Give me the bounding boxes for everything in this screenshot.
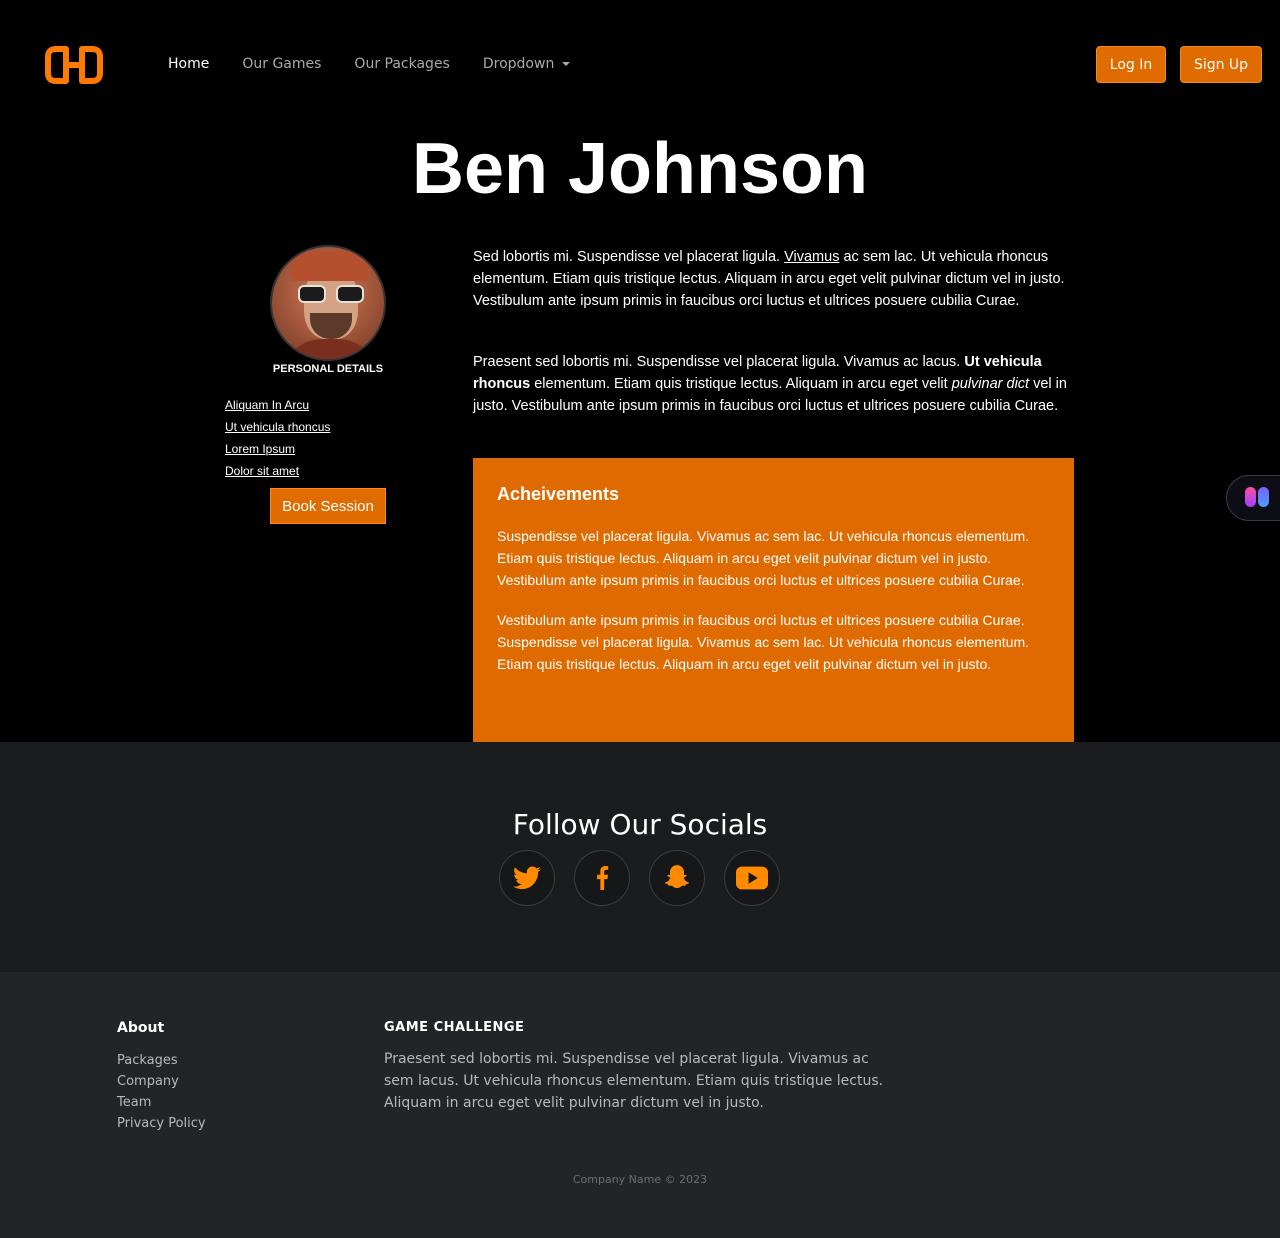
caret-down-icon [562, 62, 571, 66]
socials-section: Follow Our Socials [0, 742, 1280, 972]
snapchat-icon [664, 865, 690, 889]
achievements-paragraph: Vestibulum ante ipsum primis in faucibus… [497, 612, 1029, 672]
copyright-text: Company Name © 2023 [572, 1173, 708, 1186]
facebook-icon [597, 866, 609, 890]
book-session-button[interactable]: Book Session [270, 488, 386, 524]
footer-link-privacy-policy[interactable]: Privacy Policy [117, 1113, 206, 1134]
ai-assistant-widget[interactable] [1226, 475, 1280, 521]
footer-about-links: Packages Company Team Privacy Policy [117, 1050, 206, 1134]
bio-paragraph-1: Sed lobortis mi. Suspendisse vel placera… [473, 249, 1065, 309]
nav-our-packages-link[interactable]: Our Packages [354, 56, 449, 72]
achievements-title: Acheivements [497, 484, 620, 504]
top-navbar: Home Our Games Our Packages Dropdown Log… [0, 0, 1280, 130]
login-button[interactable]: Log In [1096, 46, 1166, 83]
personal-details-links: Aliquam In Arcu Ut vehicula rhoncus Lore… [225, 397, 330, 485]
youtube-button[interactable] [724, 850, 780, 906]
logo-icon[interactable] [44, 43, 104, 87]
socials-title: Follow Our Socials [512, 808, 768, 841]
snapchat-button[interactable] [649, 850, 705, 906]
avatar [270, 245, 386, 361]
footer-game-title: GAME CHALLENGE [384, 1020, 525, 1035]
facebook-button[interactable] [574, 850, 630, 906]
dropdown-label: Dropdown [482, 56, 555, 72]
details-link[interactable]: Aliquam In Arcu [225, 397, 330, 413]
footer-game-text: Praesent sed lobortis mi. Suspendisse ve… [384, 1051, 884, 1111]
nav-our-games-link[interactable]: Our Games [242, 56, 321, 72]
footer-link-packages[interactable]: Packages [117, 1050, 206, 1071]
nav-dropdown-toggle[interactable]: Dropdown [482, 56, 571, 72]
bio-paragraph-2: Praesent sed lobortis mi. Suspendisse ve… [473, 354, 1067, 414]
details-link[interactable]: Ut vehicula rhoncus [225, 419, 330, 435]
footer-link-company[interactable]: Company [117, 1071, 206, 1092]
details-link[interactable]: Dolor sit amet [225, 463, 330, 479]
footer-about-title: About [117, 1020, 165, 1036]
details-link[interactable]: Lorem Ipsum [225, 441, 330, 457]
twitter-icon [513, 866, 541, 890]
signup-button[interactable]: Sign Up [1180, 46, 1262, 83]
achievements-box: Acheivements Suspendisse vel placerat li… [473, 458, 1074, 742]
twitter-button[interactable] [499, 850, 555, 906]
site-footer: About Packages Company Team Privacy Poli… [0, 972, 1280, 1238]
personal-details-title: PERSONAL DETAILS [272, 363, 384, 375]
brain-icon [1245, 487, 1269, 509]
vivamus-link[interactable]: Vivamus [784, 249, 839, 265]
achievements-paragraph: Suspendisse vel placerat ligula. Vivamus… [497, 528, 1029, 588]
profile-name: Ben Johnson [411, 129, 868, 209]
nav-home-link[interactable]: Home [168, 56, 209, 72]
youtube-icon [736, 866, 768, 890]
footer-link-team[interactable]: Team [117, 1092, 206, 1113]
